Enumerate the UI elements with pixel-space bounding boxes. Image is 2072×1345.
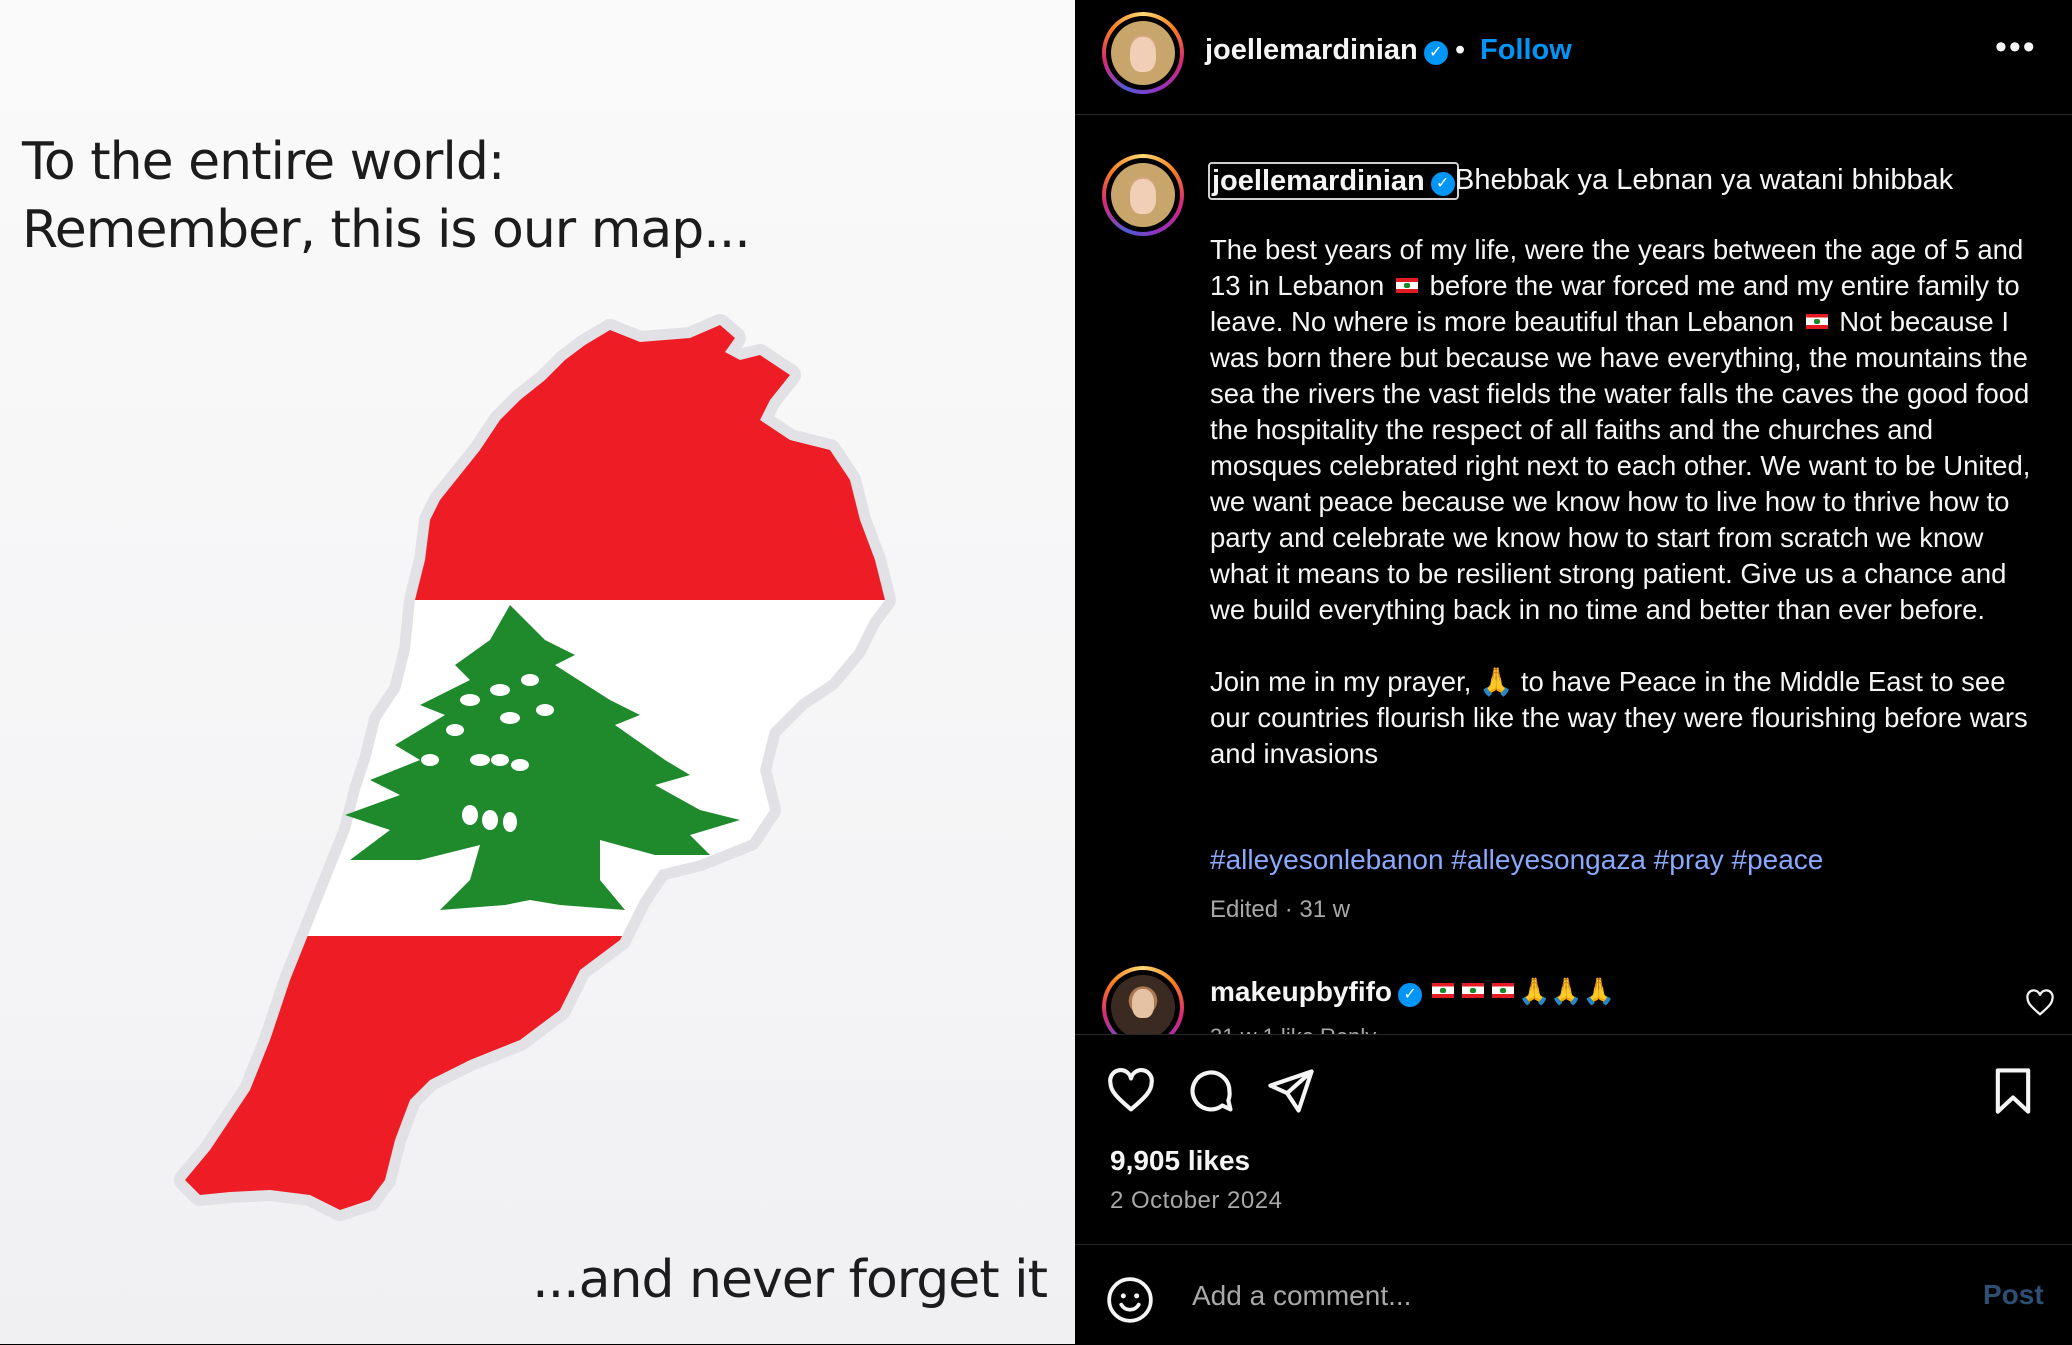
caption-username-text[interactable]: joellemardinian: [1212, 165, 1425, 197]
share-send-icon[interactable]: [1265, 1065, 1317, 1117]
lebanon-flag-icon: [1492, 983, 1514, 998]
comment-item: makeupbyfifo✓ 🙏🙏🙏 31 w 1 like Reply: [1075, 960, 2072, 1034]
flag-bottom-red-band: [185, 936, 885, 1210]
caption-headline: Bhebbak ya Lebnan ya watani bhibbak: [1455, 164, 1954, 196]
post-date: 2 October 2024: [1110, 1187, 1283, 1214]
likes-count[interactable]: 9,905 likes: [1110, 1145, 1250, 1177]
commenter-username-text[interactable]: makeupbyfifo: [1210, 976, 1392, 1007]
comment-bubble-icon[interactable]: [1185, 1065, 1237, 1117]
post-image[interactable]: To the entire world: Remember, this is o…: [0, 0, 1075, 1344]
image-caption-bottom: ...and never forget it: [532, 1250, 1048, 1310]
add-comment-bar: Post: [1075, 1244, 2072, 1345]
caption-username[interactable]: joellemardinian ✓: [1208, 162, 1459, 200]
comment-meta: 31 w 1 like Reply: [1210, 1024, 1376, 1034]
comment-prayer-emojis: 🙏🙏🙏: [1518, 976, 1616, 1006]
emoji-smiley-icon[interactable]: [1105, 1275, 1155, 1325]
caption-text-3: Not because I was born there but because…: [1210, 306, 2039, 625]
flag-top-red-band: [185, 325, 885, 600]
header-separator: •: [1455, 34, 1466, 66]
lebanon-flag-map: [174, 314, 896, 1221]
lebanon-flag-icon: [1462, 983, 1484, 998]
verified-badge-icon: ✓: [1423, 41, 1448, 65]
verified-badge-icon: ✓: [1398, 983, 1423, 1007]
caption-author-avatar[interactable]: [1102, 154, 1184, 236]
commenter-username[interactable]: makeupbyfifo ✓: [1210, 976, 1423, 1008]
lebanon-flag-icon: [1432, 983, 1454, 998]
post-sidebar: joellemardinian ✓ • Follow ••• joellemard…: [1075, 0, 2072, 1344]
caption-body: The best years of my life, were the year…: [1210, 232, 2040, 772]
caption-text-4: Join me in my prayer,: [1210, 666, 1479, 697]
bookmark-save-icon[interactable]: [1987, 1065, 2039, 1117]
hashtag-links[interactable]: #alleyesonlebanon #alleyesongaza #pray #…: [1210, 844, 1823, 876]
comment-text: 🙏🙏🙏: [1428, 976, 1615, 1007]
author-username[interactable]: joellemardinian ✓: [1205, 34, 1448, 67]
follow-button[interactable]: Follow: [1480, 34, 1572, 67]
prayer-hands-icon: 🙏: [1478, 666, 1514, 697]
lebanon-flag-icon: [1805, 314, 1828, 329]
author-avatar[interactable]: [1102, 12, 1184, 94]
post-actions: 9,905 likes 2 October 2024: [1075, 1034, 2072, 1245]
verified-badge-icon: ✓: [1430, 172, 1455, 196]
author-username-text[interactable]: joellemardinian: [1205, 34, 1418, 66]
post-header: joellemardinian ✓ • Follow •••: [1075, 0, 2072, 115]
commenter-avatar[interactable]: [1102, 966, 1184, 1034]
lebanon-flag-icon: [1395, 278, 1418, 293]
post-comment-button[interactable]: Post: [1983, 1279, 2044, 1311]
comment-input[interactable]: [1190, 1271, 1894, 1321]
comment-like-heart-icon[interactable]: [2025, 988, 2055, 1018]
edited-timestamp: Edited · 31 w: [1210, 896, 1351, 923]
more-options-icon[interactable]: •••: [1995, 28, 2037, 67]
like-heart-icon[interactable]: [1105, 1065, 1157, 1117]
